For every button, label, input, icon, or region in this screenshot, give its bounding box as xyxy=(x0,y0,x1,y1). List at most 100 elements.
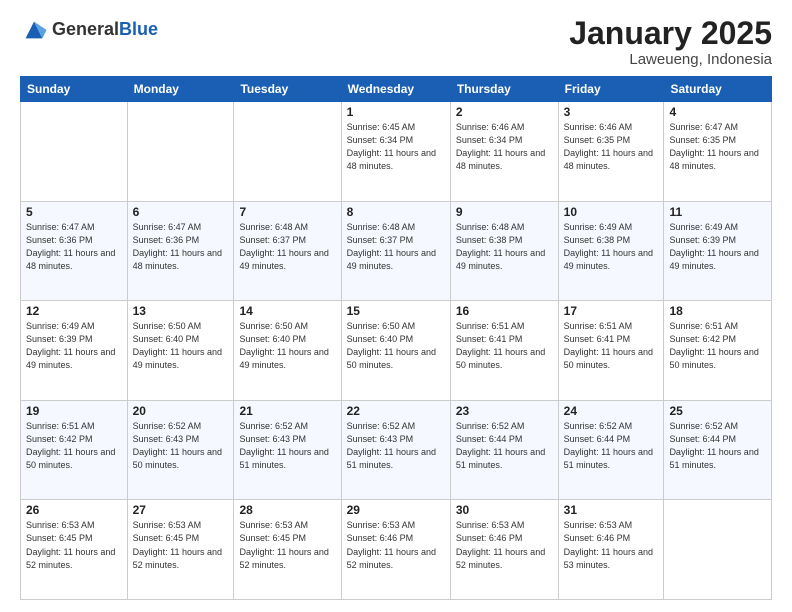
day-info: Sunrise: 6:47 AMSunset: 6:35 PMDaylight:… xyxy=(669,122,758,171)
day-info: Sunrise: 6:46 AMSunset: 6:35 PMDaylight:… xyxy=(564,122,653,171)
day-info: Sunrise: 6:53 AMSunset: 6:45 PMDaylight:… xyxy=(133,520,222,569)
day-info: Sunrise: 6:53 AMSunset: 6:45 PMDaylight:… xyxy=(26,520,115,569)
calendar-cell xyxy=(234,102,341,202)
day-info: Sunrise: 6:47 AMSunset: 6:36 PMDaylight:… xyxy=(133,222,222,271)
calendar-table: Sunday Monday Tuesday Wednesday Thursday… xyxy=(20,76,772,600)
day-number: 20 xyxy=(133,404,229,418)
day-info: Sunrise: 6:52 AMSunset: 6:44 PMDaylight:… xyxy=(669,421,758,470)
calendar-cell: 6 Sunrise: 6:47 AMSunset: 6:36 PMDayligh… xyxy=(127,201,234,301)
calendar-week-row: 1 Sunrise: 6:45 AMSunset: 6:34 PMDayligh… xyxy=(21,102,772,202)
day-number: 11 xyxy=(669,205,766,219)
day-info: Sunrise: 6:48 AMSunset: 6:37 PMDaylight:… xyxy=(239,222,328,271)
day-info: Sunrise: 6:51 AMSunset: 6:41 PMDaylight:… xyxy=(456,321,545,370)
day-info: Sunrise: 6:53 AMSunset: 6:46 PMDaylight:… xyxy=(456,520,545,569)
location-title: Laweueng, Indonesia xyxy=(569,51,772,68)
day-info: Sunrise: 6:53 AMSunset: 6:46 PMDaylight:… xyxy=(347,520,436,569)
calendar-cell: 13 Sunrise: 6:50 AMSunset: 6:40 PMDaylig… xyxy=(127,301,234,401)
calendar-week-row: 26 Sunrise: 6:53 AMSunset: 6:45 PMDaylig… xyxy=(21,500,772,600)
day-info: Sunrise: 6:50 AMSunset: 6:40 PMDaylight:… xyxy=(133,321,222,370)
calendar-cell: 26 Sunrise: 6:53 AMSunset: 6:45 PMDaylig… xyxy=(21,500,128,600)
day-number: 2 xyxy=(456,105,553,119)
calendar-cell: 8 Sunrise: 6:48 AMSunset: 6:37 PMDayligh… xyxy=(341,201,450,301)
calendar-cell: 22 Sunrise: 6:52 AMSunset: 6:43 PMDaylig… xyxy=(341,400,450,500)
calendar-cell: 9 Sunrise: 6:48 AMSunset: 6:38 PMDayligh… xyxy=(450,201,558,301)
day-info: Sunrise: 6:51 AMSunset: 6:42 PMDaylight:… xyxy=(669,321,758,370)
header-wednesday: Wednesday xyxy=(341,77,450,102)
day-number: 5 xyxy=(26,205,122,219)
day-info: Sunrise: 6:45 AMSunset: 6:34 PMDaylight:… xyxy=(347,122,436,171)
day-number: 15 xyxy=(347,304,445,318)
day-info: Sunrise: 6:47 AMSunset: 6:36 PMDaylight:… xyxy=(26,222,115,271)
calendar-cell: 31 Sunrise: 6:53 AMSunset: 6:46 PMDaylig… xyxy=(558,500,664,600)
calendar-cell: 20 Sunrise: 6:52 AMSunset: 6:43 PMDaylig… xyxy=(127,400,234,500)
calendar-cell: 19 Sunrise: 6:51 AMSunset: 6:42 PMDaylig… xyxy=(21,400,128,500)
header-friday: Friday xyxy=(558,77,664,102)
logo-text-blue: Blue xyxy=(119,19,158,39)
calendar-cell: 23 Sunrise: 6:52 AMSunset: 6:44 PMDaylig… xyxy=(450,400,558,500)
day-number: 21 xyxy=(239,404,335,418)
day-number: 27 xyxy=(133,503,229,517)
header: GeneralBlue January 2025 Laweueng, Indon… xyxy=(20,16,772,68)
day-number: 8 xyxy=(347,205,445,219)
logo-icon xyxy=(20,16,48,44)
day-number: 16 xyxy=(456,304,553,318)
calendar-cell: 17 Sunrise: 6:51 AMSunset: 6:41 PMDaylig… xyxy=(558,301,664,401)
day-number: 7 xyxy=(239,205,335,219)
day-number: 3 xyxy=(564,105,659,119)
day-number: 24 xyxy=(564,404,659,418)
day-info: Sunrise: 6:52 AMSunset: 6:44 PMDaylight:… xyxy=(564,421,653,470)
calendar-cell: 25 Sunrise: 6:52 AMSunset: 6:44 PMDaylig… xyxy=(664,400,772,500)
weekday-header-row: Sunday Monday Tuesday Wednesday Thursday… xyxy=(21,77,772,102)
calendar-cell: 18 Sunrise: 6:51 AMSunset: 6:42 PMDaylig… xyxy=(664,301,772,401)
day-number: 17 xyxy=(564,304,659,318)
day-number: 1 xyxy=(347,105,445,119)
day-info: Sunrise: 6:53 AMSunset: 6:45 PMDaylight:… xyxy=(239,520,328,569)
calendar-cell: 4 Sunrise: 6:47 AMSunset: 6:35 PMDayligh… xyxy=(664,102,772,202)
day-info: Sunrise: 6:48 AMSunset: 6:37 PMDaylight:… xyxy=(347,222,436,271)
calendar-cell: 5 Sunrise: 6:47 AMSunset: 6:36 PMDayligh… xyxy=(21,201,128,301)
day-info: Sunrise: 6:52 AMSunset: 6:43 PMDaylight:… xyxy=(133,421,222,470)
calendar-cell: 12 Sunrise: 6:49 AMSunset: 6:39 PMDaylig… xyxy=(21,301,128,401)
day-number: 18 xyxy=(669,304,766,318)
day-info: Sunrise: 6:46 AMSunset: 6:34 PMDaylight:… xyxy=(456,122,545,171)
day-info: Sunrise: 6:53 AMSunset: 6:46 PMDaylight:… xyxy=(564,520,653,569)
day-number: 29 xyxy=(347,503,445,517)
day-info: Sunrise: 6:51 AMSunset: 6:41 PMDaylight:… xyxy=(564,321,653,370)
day-info: Sunrise: 6:48 AMSunset: 6:38 PMDaylight:… xyxy=(456,222,545,271)
day-info: Sunrise: 6:50 AMSunset: 6:40 PMDaylight:… xyxy=(239,321,328,370)
calendar-week-row: 12 Sunrise: 6:49 AMSunset: 6:39 PMDaylig… xyxy=(21,301,772,401)
day-info: Sunrise: 6:49 AMSunset: 6:39 PMDaylight:… xyxy=(26,321,115,370)
day-number: 28 xyxy=(239,503,335,517)
day-number: 19 xyxy=(26,404,122,418)
day-info: Sunrise: 6:52 AMSunset: 6:43 PMDaylight:… xyxy=(347,421,436,470)
calendar-cell: 2 Sunrise: 6:46 AMSunset: 6:34 PMDayligh… xyxy=(450,102,558,202)
day-number: 22 xyxy=(347,404,445,418)
calendar-cell: 28 Sunrise: 6:53 AMSunset: 6:45 PMDaylig… xyxy=(234,500,341,600)
header-thursday: Thursday xyxy=(450,77,558,102)
calendar-cell: 1 Sunrise: 6:45 AMSunset: 6:34 PMDayligh… xyxy=(341,102,450,202)
day-number: 30 xyxy=(456,503,553,517)
day-info: Sunrise: 6:49 AMSunset: 6:38 PMDaylight:… xyxy=(564,222,653,271)
calendar-cell xyxy=(127,102,234,202)
logo: GeneralBlue xyxy=(20,16,158,44)
calendar-week-row: 19 Sunrise: 6:51 AMSunset: 6:42 PMDaylig… xyxy=(21,400,772,500)
calendar-cell: 16 Sunrise: 6:51 AMSunset: 6:41 PMDaylig… xyxy=(450,301,558,401)
day-number: 14 xyxy=(239,304,335,318)
calendar-cell: 14 Sunrise: 6:50 AMSunset: 6:40 PMDaylig… xyxy=(234,301,341,401)
logo-text-general: General xyxy=(52,19,119,39)
day-number: 31 xyxy=(564,503,659,517)
calendar-cell: 3 Sunrise: 6:46 AMSunset: 6:35 PMDayligh… xyxy=(558,102,664,202)
day-info: Sunrise: 6:50 AMSunset: 6:40 PMDaylight:… xyxy=(347,321,436,370)
header-tuesday: Tuesday xyxy=(234,77,341,102)
day-number: 9 xyxy=(456,205,553,219)
calendar-cell: 24 Sunrise: 6:52 AMSunset: 6:44 PMDaylig… xyxy=(558,400,664,500)
calendar-cell: 15 Sunrise: 6:50 AMSunset: 6:40 PMDaylig… xyxy=(341,301,450,401)
calendar-week-row: 5 Sunrise: 6:47 AMSunset: 6:36 PMDayligh… xyxy=(21,201,772,301)
calendar-cell xyxy=(21,102,128,202)
day-number: 4 xyxy=(669,105,766,119)
month-title: January 2025 xyxy=(569,16,772,51)
header-sunday: Sunday xyxy=(21,77,128,102)
calendar-cell: 21 Sunrise: 6:52 AMSunset: 6:43 PMDaylig… xyxy=(234,400,341,500)
day-info: Sunrise: 6:52 AMSunset: 6:44 PMDaylight:… xyxy=(456,421,545,470)
day-number: 12 xyxy=(26,304,122,318)
